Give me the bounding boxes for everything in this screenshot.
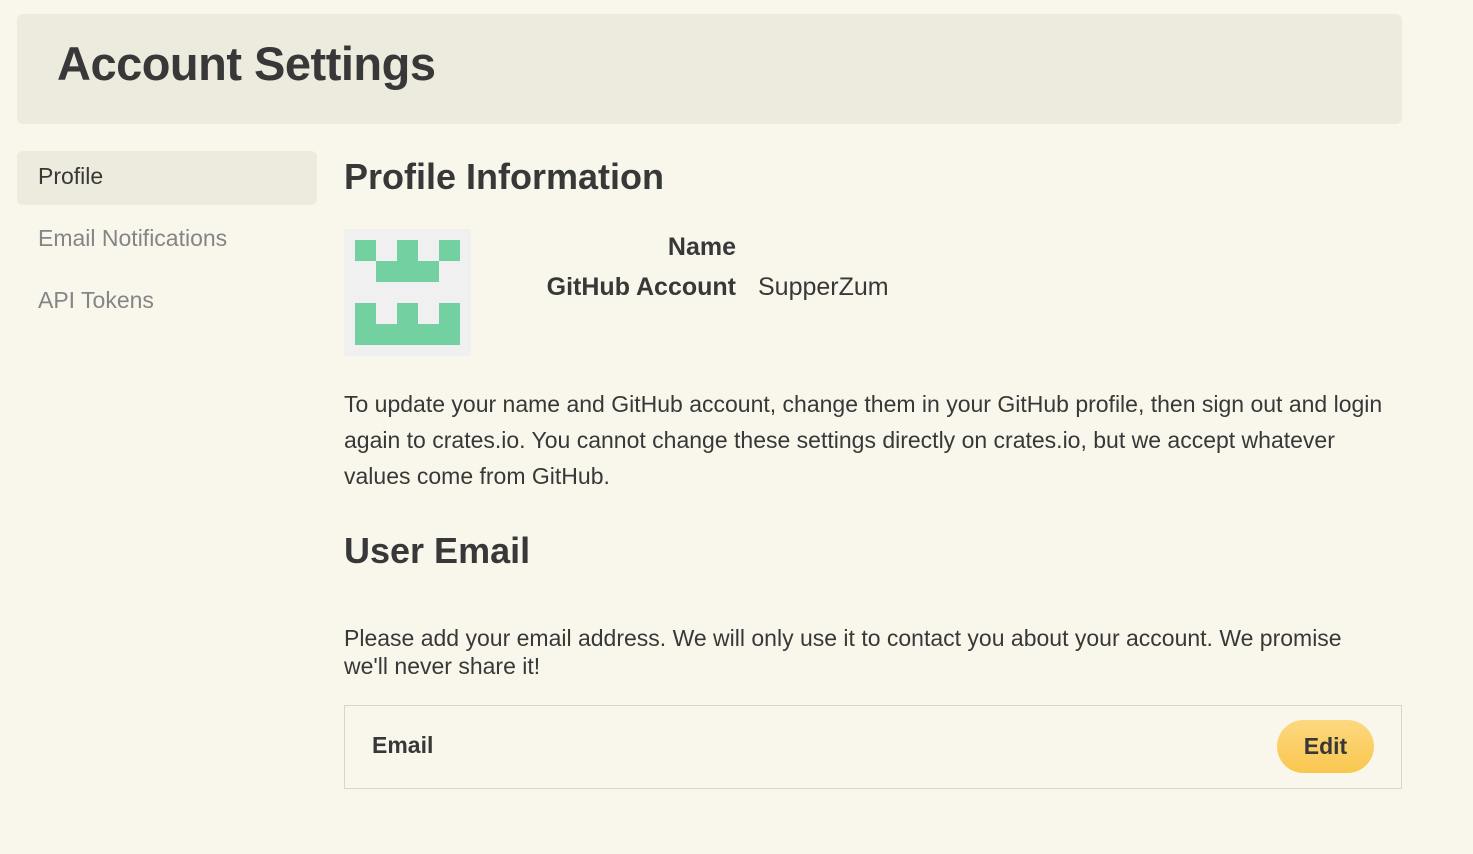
identicon-avatar-icon (344, 229, 471, 356)
sidebar-item-profile[interactable]: Profile (17, 151, 317, 205)
user-email-heading: User Email (344, 530, 531, 571)
name-label: Name (667, 233, 736, 261)
github-account-label: GitHub Account (546, 273, 736, 301)
profile-info: Name GitHub Account SupperZum (530, 228, 889, 308)
avatar (344, 229, 471, 356)
name-row: Name (530, 228, 889, 268)
edit-email-button[interactable]: Edit (1277, 720, 1374, 773)
sidebar-item-api-tokens[interactable]: API Tokens (17, 275, 317, 329)
profile-information-heading: Profile Information (344, 156, 665, 197)
github-account-value: SupperZum (758, 273, 889, 301)
email-label: Email (372, 732, 434, 758)
profile-update-note: To update your name and GitHub account, … (344, 391, 1383, 489)
email-panel: Email Edit (344, 705, 1402, 789)
sidebar-item-email-notifications[interactable]: Email Notifications (17, 213, 317, 267)
github-account-row: GitHub Account SupperZum (530, 268, 889, 308)
page-title: Account Settings (57, 37, 436, 90)
email-description: Please add your email address. We will o… (344, 625, 1342, 679)
settings-sidebar: Profile Email Notifications API Tokens (17, 151, 317, 337)
page-header: Account Settings (17, 14, 1402, 124)
account-settings-page: Account Settings Profile Email Notificat… (0, 0, 1473, 854)
